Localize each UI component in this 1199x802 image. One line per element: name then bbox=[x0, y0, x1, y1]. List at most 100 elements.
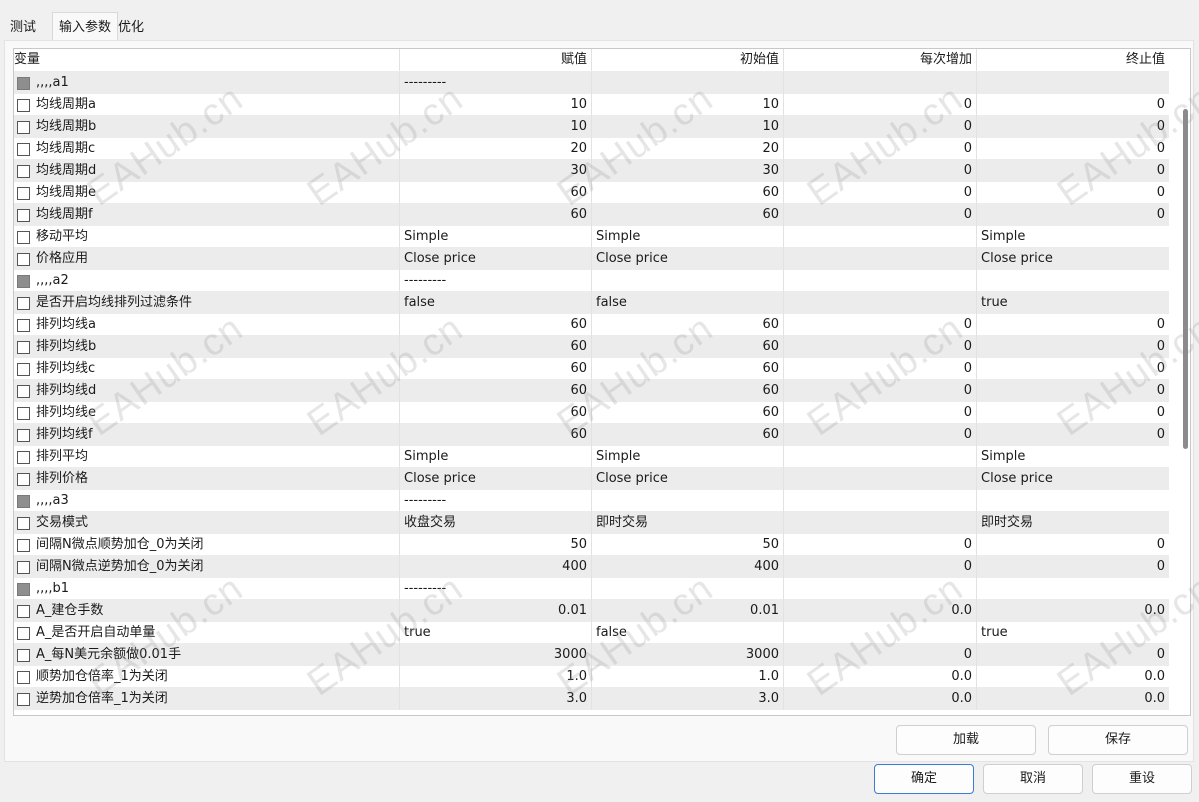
col-header-step[interactable]: 每次增加 bbox=[784, 49, 977, 71]
cell-step[interactable] bbox=[784, 72, 977, 94]
table-row[interactable]: 排列均线c 60 60 0 0 bbox=[14, 358, 1169, 380]
cell-stop[interactable]: 0 bbox=[977, 358, 1169, 380]
cell-stop[interactable]: 0 bbox=[977, 402, 1169, 424]
cell-value[interactable]: 60 bbox=[400, 358, 592, 380]
cell-step[interactable] bbox=[784, 292, 977, 314]
cell-start[interactable]: 1.0 bbox=[592, 666, 784, 688]
table-row[interactable]: 均线周期a 10 10 0 0 bbox=[14, 94, 1169, 116]
cell-start[interactable]: 3.0 bbox=[592, 688, 784, 710]
cell-step[interactable]: 0 bbox=[784, 182, 977, 204]
cell-value[interactable]: false bbox=[400, 292, 592, 314]
cell-start[interactable]: 20 bbox=[592, 138, 784, 160]
cell-step[interactable] bbox=[784, 248, 977, 270]
row-checkbox[interactable] bbox=[17, 76, 30, 90]
cell-step[interactable]: 0 bbox=[784, 204, 977, 226]
cancel-button[interactable]: 取消 bbox=[983, 764, 1083, 794]
table-row[interactable]: 排列均线f 60 60 0 0 bbox=[14, 424, 1169, 446]
row-checkbox[interactable] bbox=[17, 692, 30, 706]
cell-stop[interactable]: 0 bbox=[977, 138, 1169, 160]
cell-start[interactable]: 400 bbox=[592, 556, 784, 578]
cell-start[interactable]: 60 bbox=[592, 336, 784, 358]
cell-value[interactable]: 10 bbox=[400, 94, 592, 116]
row-checkbox[interactable] bbox=[17, 340, 30, 354]
row-checkbox[interactable] bbox=[17, 538, 30, 552]
row-checkbox[interactable] bbox=[17, 274, 30, 288]
table-row[interactable]: 排列价格 Close price Close price Close price bbox=[14, 468, 1169, 490]
cell-value[interactable]: 1.0 bbox=[400, 666, 592, 688]
cell-stop[interactable]: true bbox=[977, 292, 1169, 314]
cell-step[interactable]: 0.0 bbox=[784, 688, 977, 710]
cell-stop[interactable]: 0 bbox=[977, 116, 1169, 138]
cell-start[interactable] bbox=[592, 578, 784, 600]
cell-stop[interactable] bbox=[977, 72, 1169, 94]
table-row[interactable]: 价格应用 Close price Close price Close price bbox=[14, 248, 1169, 270]
cell-start[interactable]: 30 bbox=[592, 160, 784, 182]
row-checkbox[interactable] bbox=[17, 428, 30, 442]
table-row[interactable]: 逆势加仓倍率_1为关闭 3.0 3.0 0.0 0.0 bbox=[14, 688, 1169, 710]
cell-step[interactable] bbox=[784, 270, 977, 292]
cell-stop[interactable]: 0 bbox=[977, 204, 1169, 226]
cell-step[interactable]: 0 bbox=[784, 534, 977, 556]
cell-step[interactable]: 0 bbox=[784, 160, 977, 182]
cell-stop[interactable]: 0 bbox=[977, 160, 1169, 182]
table-row[interactable]: 均线周期f 60 60 0 0 bbox=[14, 204, 1169, 226]
cell-start[interactable] bbox=[592, 72, 784, 94]
cell-stop[interactable]: Close price bbox=[977, 248, 1169, 270]
parameters-table[interactable]: 变量 赋值 初始值 每次增加 终止值 ,,,,a1 --------- 均线周期a 1… bbox=[13, 48, 1191, 716]
table-row[interactable]: A_每N美元余额做0.01手 3000 3000 0 0 bbox=[14, 644, 1169, 666]
cell-value[interactable]: 30 bbox=[400, 160, 592, 182]
cell-value[interactable]: 60 bbox=[400, 204, 592, 226]
row-checkbox[interactable] bbox=[17, 186, 30, 200]
cell-stop[interactable]: 0 bbox=[977, 556, 1169, 578]
cell-value[interactable]: --------- bbox=[400, 72, 592, 94]
row-checkbox[interactable] bbox=[17, 560, 30, 574]
cell-value[interactable]: 3000 bbox=[400, 644, 592, 666]
cell-value[interactable]: 10 bbox=[400, 116, 592, 138]
table-row[interactable]: 均线周期d 30 30 0 0 bbox=[14, 160, 1169, 182]
tab-optimization[interactable]: 优化 bbox=[112, 16, 150, 40]
cell-step[interactable]: 0 bbox=[784, 402, 977, 424]
row-checkbox[interactable] bbox=[17, 252, 30, 266]
group-row[interactable]: ,,,,a1 --------- bbox=[14, 72, 1169, 94]
table-row[interactable]: 排列均线e 60 60 0 0 bbox=[14, 402, 1169, 424]
group-row[interactable]: ,,,,a2 --------- bbox=[14, 270, 1169, 292]
cell-step[interactable] bbox=[784, 490, 977, 512]
cell-step[interactable]: 0 bbox=[784, 644, 977, 666]
cell-start[interactable]: Simple bbox=[592, 226, 784, 248]
table-row[interactable]: 是否开启均线排列过滤条件 false false true bbox=[14, 292, 1169, 314]
vertical-scrollbar[interactable] bbox=[1183, 109, 1188, 449]
cell-stop[interactable]: 0.0 bbox=[977, 666, 1169, 688]
cell-start[interactable]: 60 bbox=[592, 358, 784, 380]
cell-step[interactable]: 0.0 bbox=[784, 666, 977, 688]
row-checkbox[interactable] bbox=[17, 296, 30, 310]
cell-stop[interactable]: 0 bbox=[977, 314, 1169, 336]
cell-stop[interactable]: 0 bbox=[977, 182, 1169, 204]
table-row[interactable]: 移动平均 Simple Simple Simple bbox=[14, 226, 1169, 248]
cell-start[interactable]: 60 bbox=[592, 182, 784, 204]
row-checkbox[interactable] bbox=[17, 494, 30, 508]
cell-start[interactable]: Close price bbox=[592, 248, 784, 270]
row-checkbox[interactable] bbox=[17, 164, 30, 178]
row-checkbox[interactable] bbox=[17, 626, 30, 640]
col-header-stop[interactable]: 终止值 bbox=[977, 49, 1169, 71]
cell-value[interactable]: --------- bbox=[400, 270, 592, 292]
cell-step[interactable]: 0 bbox=[784, 336, 977, 358]
cell-start[interactable]: Close price bbox=[592, 468, 784, 490]
cell-stop[interactable]: true bbox=[977, 622, 1169, 644]
tab-inputs[interactable]: 输入参数 bbox=[52, 12, 119, 42]
cell-stop[interactable]: 0 bbox=[977, 534, 1169, 556]
cell-stop[interactable]: 即时交易 bbox=[977, 512, 1169, 534]
cell-stop[interactable]: Simple bbox=[977, 226, 1169, 248]
cell-start[interactable]: 10 bbox=[592, 94, 784, 116]
table-row[interactable]: 交易模式 收盘交易 即时交易 即时交易 bbox=[14, 512, 1169, 534]
cell-stop[interactable]: Close price bbox=[977, 468, 1169, 490]
cell-value[interactable]: 60 bbox=[400, 380, 592, 402]
cell-start[interactable]: 10 bbox=[592, 116, 784, 138]
cell-stop[interactable]: Simple bbox=[977, 446, 1169, 468]
cell-stop[interactable]: 0 bbox=[977, 380, 1169, 402]
cell-value[interactable]: 400 bbox=[400, 556, 592, 578]
table-row[interactable]: 均线周期e 60 60 0 0 bbox=[14, 182, 1169, 204]
cell-start[interactable]: Simple bbox=[592, 446, 784, 468]
row-checkbox[interactable] bbox=[17, 604, 30, 618]
row-checkbox[interactable] bbox=[17, 98, 30, 112]
